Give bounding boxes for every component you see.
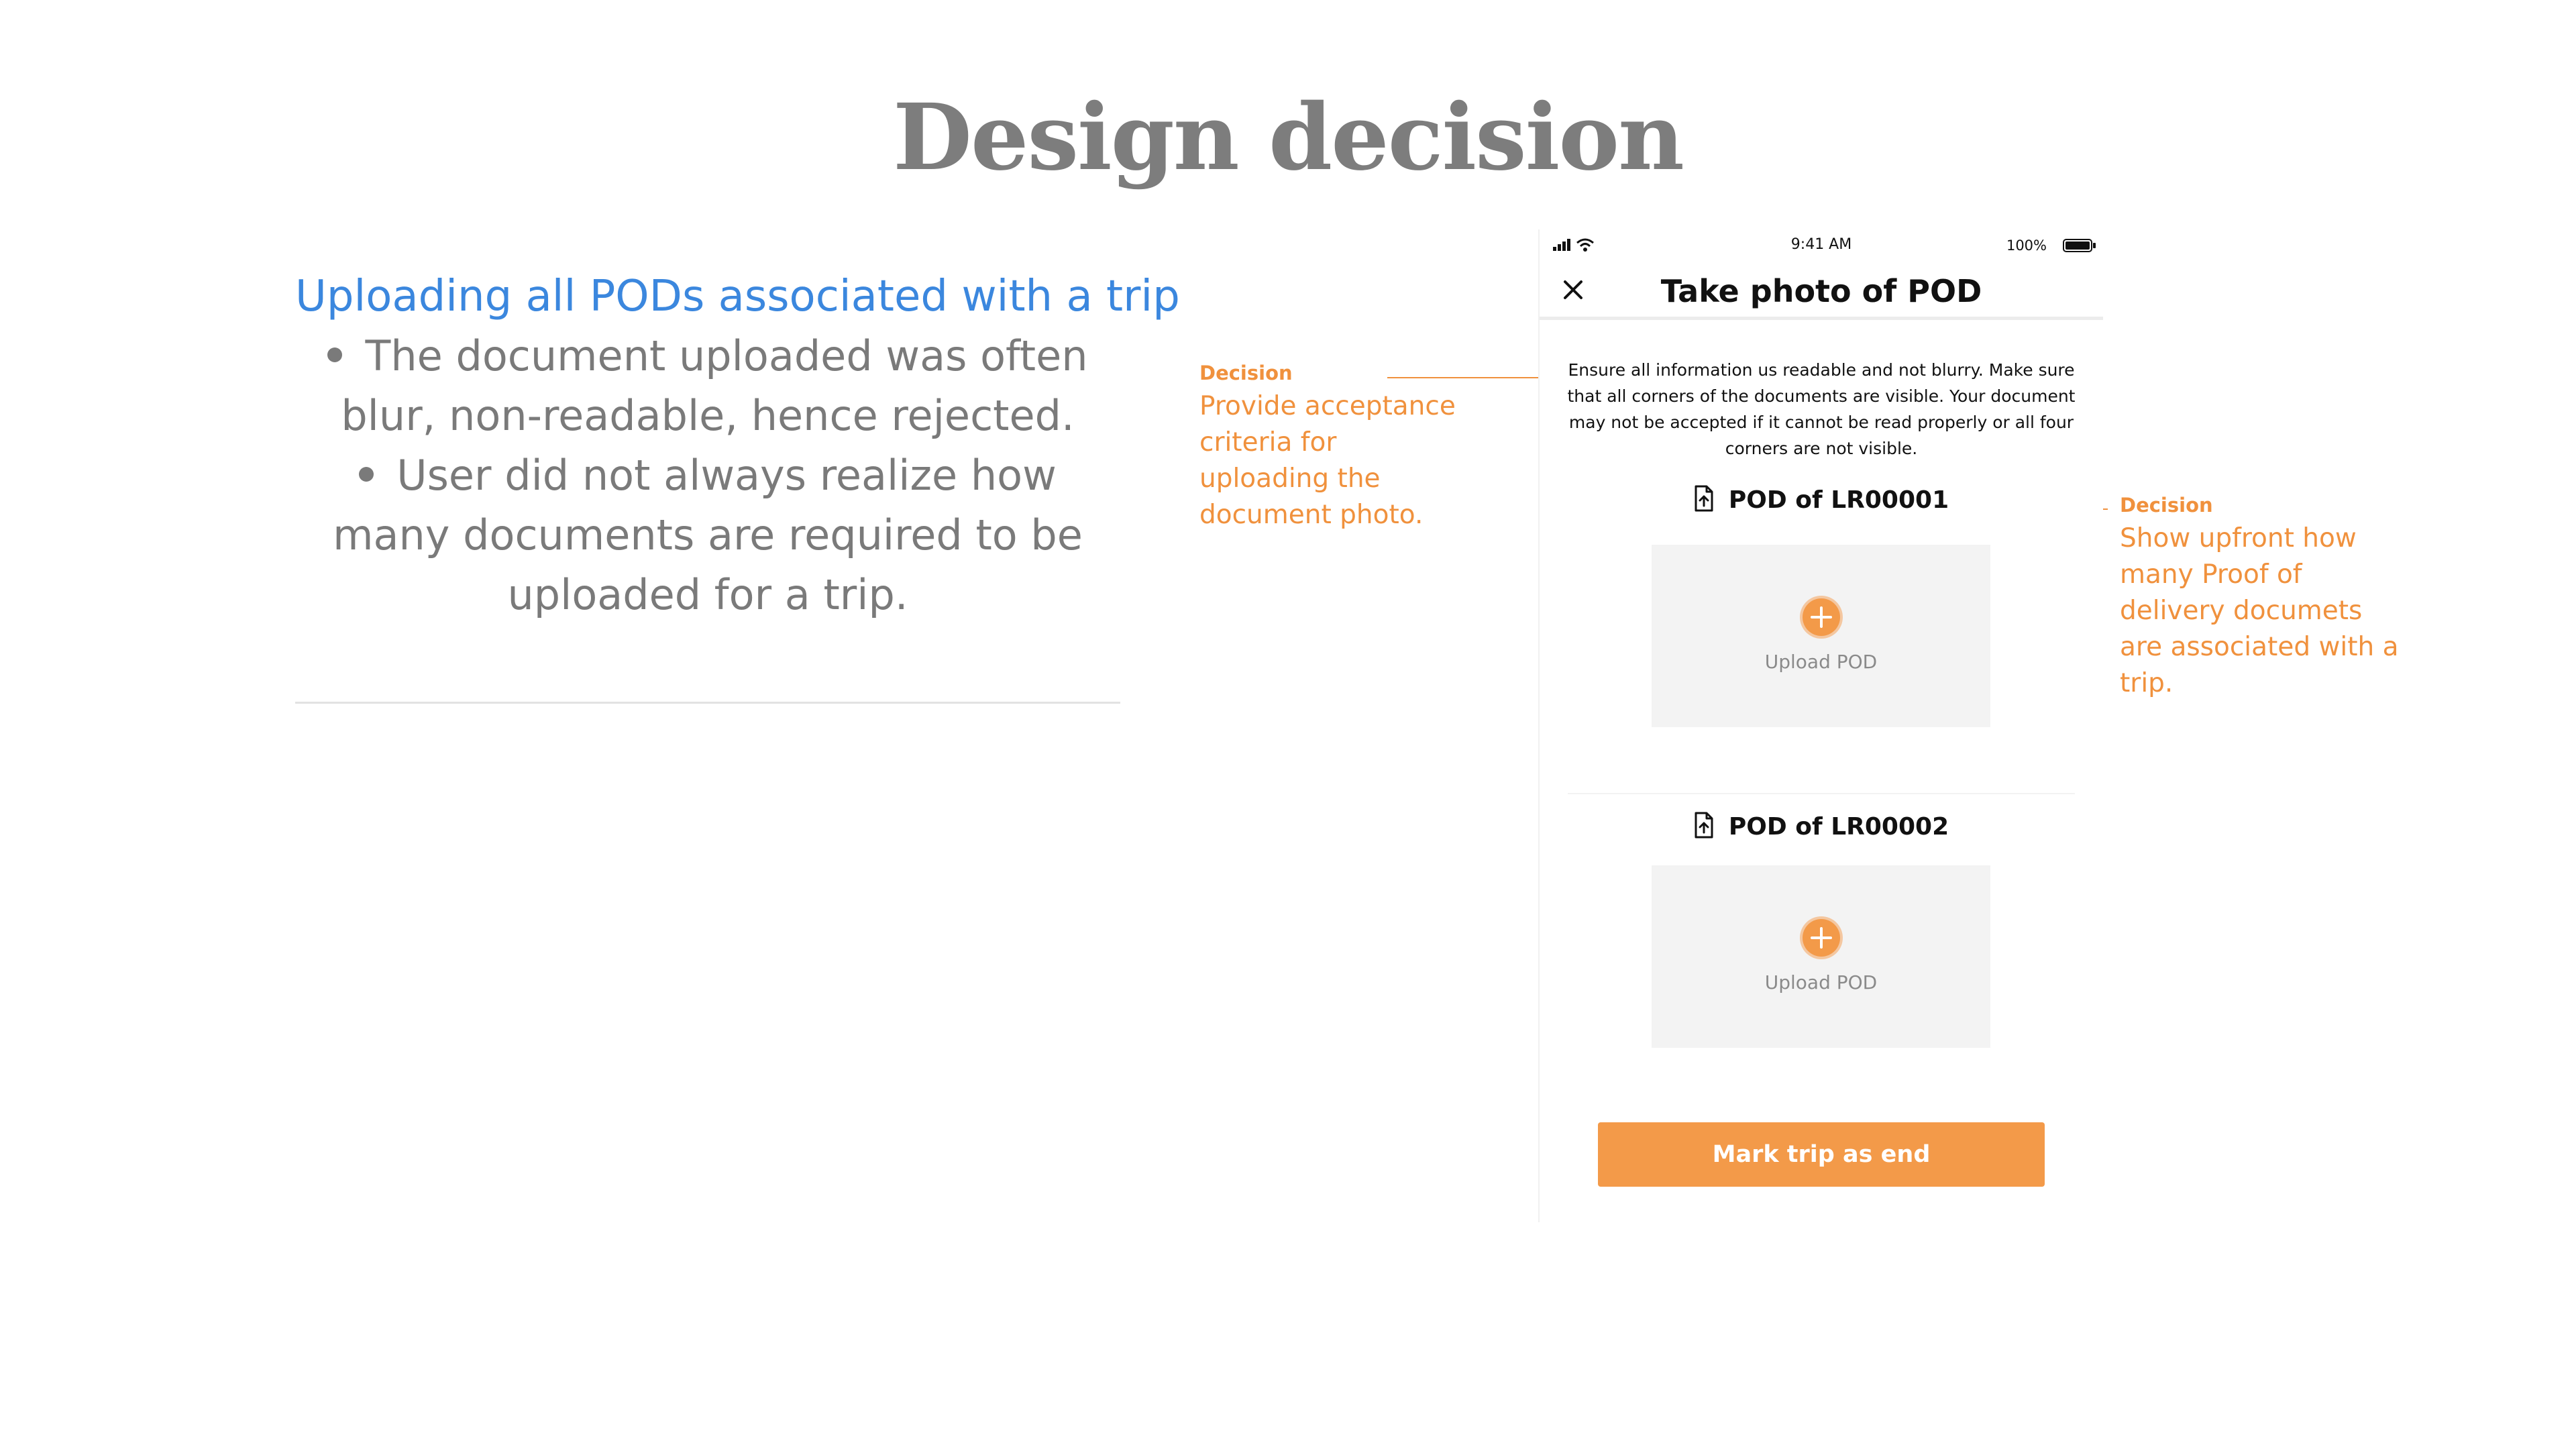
page-title: Take photo of POD (1660, 273, 1982, 309)
mark-trip-end-button[interactable]: Mark trip as end (1598, 1122, 2045, 1187)
pod-heading: POD of LR00001 (1540, 484, 2103, 517)
upload-pod-button[interactable]: Upload POD (1652, 865, 1990, 1048)
problem-bullet: User did not always realize how many doc… (295, 445, 1120, 625)
annotation-text: Show upfront how many Proof of delivery … (2120, 523, 2399, 698)
problem-bullet: The document uploaded was often blur, no… (295, 326, 1120, 445)
annotation-text: Provide acceptance criteria for uploadin… (1199, 391, 1456, 530)
file-upload-icon (1695, 485, 1713, 512)
pod-divider (1568, 793, 2075, 794)
upload-label: Upload POD (1764, 651, 1878, 673)
bullet-dot-icon (359, 466, 374, 482)
annotation-label: Decision (2120, 494, 2213, 517)
battery-icon (2063, 239, 2096, 252)
upload-pod-button[interactable]: Upload POD (1652, 545, 1990, 727)
problem-heading: Uploading all PODs associated with a tri… (295, 272, 1180, 321)
pod-heading: POD of LR00002 (1540, 811, 2103, 843)
annotation-pod-count: Decision Show upfront how many Proof of … (2120, 490, 2402, 702)
phone-screen: 9:41 AM 100% Take photo of POD Ensure al… (1538, 229, 2103, 1222)
section-divider (295, 702, 1120, 704)
file-upload-icon (1695, 812, 1713, 839)
status-battery-percent: 100% (2006, 237, 2047, 254)
problem-block: Uploading all PODs associated with a tri… (295, 267, 1180, 625)
pod-title: POD of LR00001 (1728, 486, 1949, 514)
problem-list: The document uploaded was often blur, no… (295, 326, 1120, 625)
pod-title: POD of LR00002 (1728, 813, 1949, 841)
annotation-label: Decision (1199, 362, 1293, 384)
annotation-acceptance-criteria: Decision Provide acceptance criteria for… (1199, 358, 1481, 533)
acceptance-criteria-text: Ensure all information us readable and n… (1567, 360, 2076, 458)
upload-label: Upload POD (1764, 971, 1878, 994)
problem-bullet-text: The document uploaded was often blur, no… (341, 331, 1088, 440)
annotation-connector-line (1387, 377, 1555, 378)
problem-bullet-text: User did not always realize how many doc… (333, 451, 1083, 619)
slide-title: Design decision (893, 84, 1684, 191)
plus-icon (1800, 596, 1843, 639)
plus-icon (1800, 916, 1843, 959)
app-header: Take photo of POD (1540, 262, 2103, 320)
status-bar: 9:41 AM 100% (1540, 229, 2103, 262)
bullet-dot-icon (327, 347, 343, 362)
